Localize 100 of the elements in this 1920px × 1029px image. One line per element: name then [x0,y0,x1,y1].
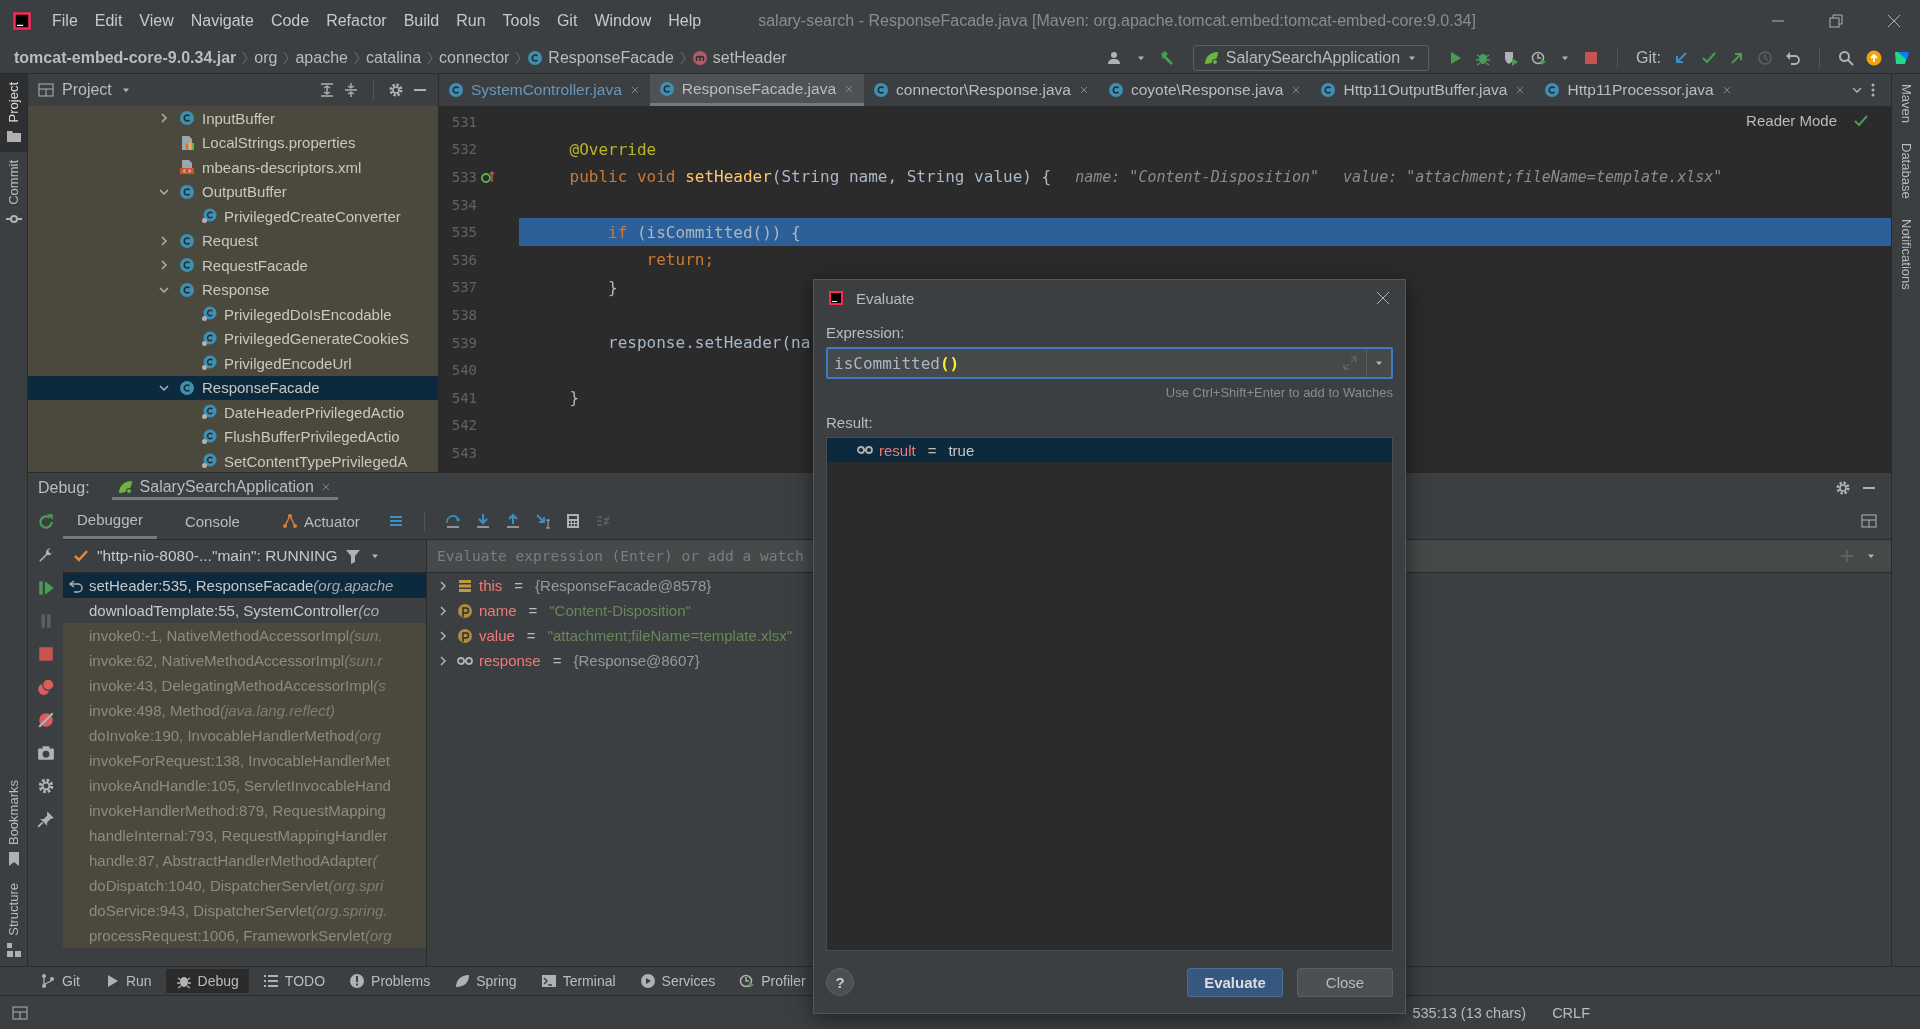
layout-icon[interactable] [12,1004,28,1021]
tool-window-button[interactable]: TODO [252,969,336,993]
toolbox-logo-icon[interactable] [1894,49,1910,66]
camera-icon[interactable] [36,744,55,762]
user-icon[interactable] [1106,49,1123,66]
caret-position[interactable]: 535:13 (13 chars) [1412,1004,1527,1021]
pin-icon[interactable] [36,810,55,828]
settings-icon[interactable] [1835,480,1851,496]
tool-window-tab[interactable]: Maven [1892,74,1920,134]
tool-window-button[interactable]: Problems [339,969,441,993]
tool-window-tab[interactable]: Bookmarks [0,772,27,876]
breadcrumb[interactable]: catalina [365,48,422,67]
tool-window-button[interactable]: Services [629,969,726,993]
wrench-icon[interactable] [36,546,55,564]
tree-item[interactable]: InputBuffer [28,106,438,131]
tool-window-tab[interactable]: Structure [0,875,27,966]
menu-item[interactable]: Edit [94,12,123,30]
help-button[interactable]: ? [826,968,854,996]
menu-item[interactable]: Help [668,12,702,30]
menu-item[interactable]: Navigate [190,12,254,30]
override-icon[interactable] [480,169,496,185]
layout-icon[interactable] [1861,513,1877,529]
tree-item[interactable]: SetContentTypePrivilegedA [28,449,438,472]
tree-item[interactable]: PrivilegedDoIsEncodable [28,302,438,327]
breadcrumb[interactable]: ResponseFacade [548,48,674,67]
stack-frame[interactable]: downloadTemplate:55, SystemController(co [63,598,426,623]
rerun-icon[interactable] [36,513,55,531]
close-icon[interactable] [1375,290,1391,306]
settings-icon[interactable] [36,777,55,795]
tree-item[interactable]: mbeans-descriptors.xml [28,155,438,180]
line-ending[interactable]: CRLF [1552,1004,1590,1021]
tree-item[interactable]: ResponseFacade [28,375,438,400]
tree-item[interactable]: RequestFacade [28,253,438,278]
stack-frame[interactable]: setHeader:535, ResponseFacade(org.apache [63,573,426,598]
breadcrumb[interactable]: tomcat-embed-core-9.0.34.jar [14,48,237,67]
menu-item[interactable]: Build [403,12,440,30]
step-over-icon[interactable] [444,513,461,529]
menu-item[interactable]: Refactor [326,12,387,30]
variable-row[interactable]: this = {ResponseFacade@8578} [427,573,1891,598]
close-icon[interactable] [1886,13,1902,29]
tool-window-button[interactable]: Terminal [530,969,626,993]
expression-field[interactable]: isCommitted() [826,347,1393,379]
editor-tab[interactable]: connector\Response.java [864,74,1099,106]
debug-tab[interactable]: Debugger [63,503,157,539]
breadcrumb[interactable]: org [254,48,278,67]
variable-row[interactable]: response = {Response@8607} [427,648,1891,673]
breadcrumb[interactable]: setHeader [712,48,787,67]
calculator-icon[interactable] [564,513,581,529]
profiler-icon[interactable] [1531,49,1548,66]
step-out-icon[interactable] [504,513,521,529]
result-row[interactable]: result = true [827,438,1392,462]
update-arrow-icon[interactable] [1673,49,1689,66]
menu-item[interactable]: View [139,12,174,30]
editor-tab[interactable]: Http11OutputBuffer.java [1311,74,1536,106]
settings-icon[interactable] [388,82,404,98]
tool-window-button[interactable]: Git [30,969,90,993]
close-button[interactable]: Close [1297,967,1393,997]
tree-item[interactable]: LocalStrings.properties [28,130,438,155]
tree-item[interactable]: PrivilegedGenerateCookieS [28,326,438,351]
hammer-icon[interactable] [1158,49,1175,66]
debug-tab[interactable]: Console [170,503,254,539]
menu-icon[interactable] [387,513,404,529]
tool-window-tab[interactable]: Commit [0,152,27,236]
tool-window-button[interactable]: Run [93,969,162,993]
tree-item[interactable]: PrivilegedCreateConverter [28,204,438,229]
upgrade-icon[interactable] [1866,49,1882,66]
tool-window-tab[interactable]: Project [0,74,27,153]
coverage-icon[interactable] [1503,49,1520,66]
tool-window-button[interactable]: Debug [165,969,249,993]
run-to-cursor-icon[interactable] [534,513,551,529]
variable-row[interactable]: name = "Content-Disposition" [427,598,1891,623]
editor-tab[interactable]: Http11Processor.java [1535,74,1742,106]
tree-item[interactable]: Request [28,228,438,253]
tool-window-button[interactable]: Spring [444,969,527,993]
mute-breakpoints-icon[interactable] [36,711,55,729]
breakpoints-icon[interactable] [36,678,55,696]
panel-title[interactable]: Project [62,81,112,99]
menu-item[interactable]: File [52,12,78,30]
tool-window-tab[interactable]: Database [1892,133,1920,209]
menu-item[interactable]: Tools [502,12,540,30]
collapse-all-icon[interactable] [343,82,359,98]
expand-all-icon[interactable] [319,82,335,98]
evaluate-button[interactable]: Evaluate [1187,967,1283,997]
step-into-icon[interactable] [474,513,491,529]
menu-item[interactable]: Code [270,12,310,30]
menu-item[interactable]: Git [556,12,578,30]
tree-item[interactable]: FlushBufferPrivilegedActio [28,424,438,449]
editor-tab[interactable]: ResponseFacade.java [649,74,864,106]
breadcrumb[interactable]: connector [439,48,510,67]
tree-item[interactable]: Response [28,277,438,302]
resume-icon[interactable] [36,579,55,597]
breadcrumb[interactable]: apache [295,48,348,67]
tree-item[interactable]: PrivilgedEncodeUrl [28,351,438,376]
stop-icon[interactable] [36,645,55,663]
restore-icon[interactable] [1828,13,1844,29]
debug-tab[interactable]: Actuator [267,503,374,539]
tool-window-tab[interactable]: Notifications [1892,208,1920,300]
tree-item[interactable]: DateHeaderPrivilegedActio [28,400,438,425]
search-icon[interactable] [1838,49,1854,66]
menu-item[interactable]: Window [594,12,652,30]
